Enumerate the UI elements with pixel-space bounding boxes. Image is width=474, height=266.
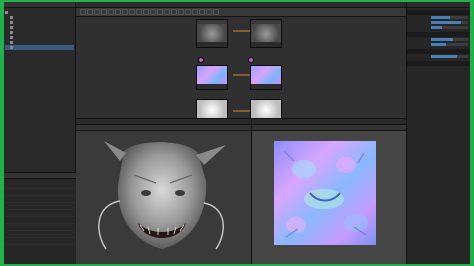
tool-button[interactable]: [87, 9, 93, 15]
node-thumbnail: [251, 100, 281, 118]
library-panel: [4, 172, 76, 264]
property-row: [407, 42, 470, 47]
library-row[interactable]: [6, 238, 74, 245]
property-row: [407, 54, 470, 59]
node-thumbnail: [251, 66, 281, 84]
folder-icon: [5, 11, 8, 14]
property-slider[interactable]: [431, 26, 468, 29]
graph-icon: [10, 41, 13, 44]
tool-button[interactable]: [206, 9, 212, 15]
library-row[interactable]: [6, 196, 74, 203]
tool-button[interactable]: [136, 9, 142, 15]
node-thumbnail: [251, 24, 281, 42]
tree-item-selected[interactable]: [5, 45, 74, 50]
property-slider[interactable]: [431, 38, 468, 41]
tool-button[interactable]: [150, 9, 156, 15]
graph-node[interactable]: [250, 19, 282, 48]
node-port[interactable]: [198, 57, 204, 63]
graph-node[interactable]: [196, 65, 228, 90]
slider-fill: [431, 38, 454, 41]
graph-icon: [10, 36, 13, 39]
viewport-3d[interactable]: [76, 131, 251, 264]
library-row[interactable]: [6, 182, 74, 189]
property-slider[interactable]: [431, 16, 468, 19]
graph-node[interactable]: [196, 19, 228, 48]
graph-icon: [10, 26, 13, 29]
node-label: [197, 84, 227, 89]
viewport-area: [76, 118, 406, 264]
slider-fill: [431, 43, 446, 46]
tool-button[interactable]: [185, 9, 191, 15]
tool-button[interactable]: [143, 9, 149, 15]
slider-fill: [431, 21, 461, 24]
library-row[interactable]: [6, 224, 74, 231]
graph-toolbar: [76, 8, 406, 17]
node-port[interactable]: [248, 57, 254, 63]
graph-icon: [10, 31, 13, 34]
graph-canvas[interactable]: [76, 17, 406, 119]
section-header[interactable]: [407, 61, 470, 66]
tool-button[interactable]: [101, 9, 107, 15]
graph-icon: [10, 46, 13, 49]
tool-button[interactable]: [171, 9, 177, 15]
library-row[interactable]: [6, 210, 74, 217]
library-row[interactable]: [6, 189, 74, 196]
property-row: [407, 25, 470, 30]
graph-icon: [10, 21, 13, 24]
node-label: [251, 42, 281, 47]
library-row[interactable]: [6, 231, 74, 238]
library-row[interactable]: [6, 203, 74, 210]
slider-fill: [431, 55, 457, 58]
explorer-panel: [4, 2, 76, 264]
node-thumbnail: [197, 66, 227, 84]
graph-node[interactable]: [250, 65, 282, 90]
node-thumbnail: [197, 24, 227, 42]
property-slider[interactable]: [431, 21, 468, 24]
tool-button[interactable]: [94, 9, 100, 15]
properties-panel: [406, 2, 470, 264]
viewport-2d-toolbar: [252, 125, 406, 131]
properties-title: [407, 2, 470, 8]
tool-button[interactable]: [108, 9, 114, 15]
node-label: [251, 84, 281, 89]
tool-button[interactable]: [129, 9, 135, 15]
tool-button[interactable]: [213, 9, 219, 15]
library-list: [4, 179, 76, 248]
graph-node[interactable]: [196, 99, 228, 119]
graph-icon: [10, 16, 13, 19]
node-wires: [232, 30, 250, 112]
tool-button[interactable]: [80, 9, 86, 15]
node-thumbnail: [197, 100, 227, 118]
tool-button[interactable]: [199, 9, 205, 15]
normal-map-preview: [274, 141, 376, 245]
app-window: [4, 2, 470, 264]
property-slider[interactable]: [431, 43, 468, 46]
tool-button[interactable]: [122, 9, 128, 15]
node-label: [197, 42, 227, 47]
tool-button[interactable]: [157, 9, 163, 15]
graph-editor: [76, 2, 406, 119]
tool-button[interactable]: [192, 9, 198, 15]
library-row[interactable]: [6, 217, 74, 224]
property-slider[interactable]: [431, 55, 468, 58]
dragon-head-model: [98, 141, 226, 250]
explorer-tree: [4, 8, 75, 52]
slider-fill: [431, 16, 450, 19]
graph-node[interactable]: [250, 99, 282, 119]
viewport-2d[interactable]: [251, 119, 406, 264]
tool-button[interactable]: [164, 9, 170, 15]
tool-button[interactable]: [115, 9, 121, 15]
tool-button[interactable]: [178, 9, 184, 15]
slider-fill: [431, 26, 443, 29]
